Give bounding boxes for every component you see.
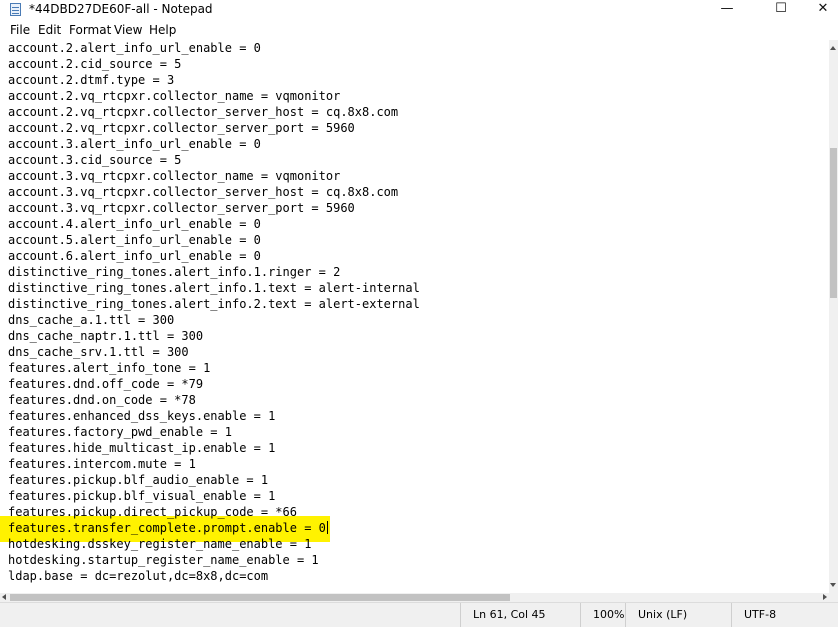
text-editor[interactable]: account.2.alert_info_url_enable = 0 acco… bbox=[0, 40, 829, 593]
text-line: account.2.alert_info_url_enable = 0 bbox=[8, 41, 261, 55]
text-line: features.alert_info_tone = 1 bbox=[8, 361, 211, 375]
vertical-scrollbar[interactable] bbox=[829, 40, 838, 593]
text-line: features.factory_pwd_enable = 1 bbox=[8, 425, 232, 439]
text-line: features.pickup.blf_visual_enable = 1 bbox=[8, 489, 276, 503]
text-line: features.pickup.direct_pickup_code = *66 bbox=[8, 505, 297, 519]
text-line: account.2.cid_source = 5 bbox=[8, 57, 182, 71]
text-line: dns_cache_a.1.ttl = 300 bbox=[8, 313, 175, 327]
text-line: features.dnd.off_code = *79 bbox=[8, 377, 204, 391]
text-caret bbox=[326, 521, 328, 534]
text-line: features.enhanced_dss_keys.enable = 1 bbox=[8, 409, 276, 423]
close-button[interactable]: ✕ bbox=[800, 0, 838, 19]
text-line: account.2.vq_rtcpxr.collector_server_por… bbox=[8, 121, 355, 135]
menu-edit[interactable]: Edit bbox=[38, 23, 61, 37]
text-line: dns_cache_naptr.1.ttl = 300 bbox=[8, 329, 204, 343]
scroll-left-icon[interactable] bbox=[2, 594, 6, 600]
window-title: *44DBD27DE60F-all - Notepad bbox=[29, 2, 213, 16]
text-line: account.5.alert_info_url_enable = 0 bbox=[8, 233, 261, 247]
notepad-icon bbox=[10, 3, 21, 16]
text-line: account.3.alert_info_url_enable = 0 bbox=[8, 137, 261, 151]
text-line: account.3.vq_rtcpxr.collector_name = vqm… bbox=[8, 169, 341, 183]
scroll-right-icon[interactable] bbox=[823, 594, 827, 600]
text-line: distinctive_ring_tones.alert_info.1.ring… bbox=[8, 265, 341, 279]
status-bar: Ln 61, Col 45 100% Unix (LF) UTF-8 bbox=[0, 602, 838, 627]
text-line: account.6.alert_info_url_enable = 0 bbox=[8, 249, 261, 263]
text-line: account.3.vq_rtcpxr.collector_server_hos… bbox=[8, 185, 399, 199]
text-line: features.dnd.on_code = *78 bbox=[8, 393, 196, 407]
text-line: account.3.vq_rtcpxr.collector_server_por… bbox=[8, 201, 355, 215]
text-line: account.2.dtmf.type = 3 bbox=[8, 73, 175, 87]
text-line: dns_cache_srv.1.ttl = 300 bbox=[8, 345, 189, 359]
menu-help[interactable]: Help bbox=[149, 23, 176, 37]
text-line: ldap.base = dc=rezolut,dc=8x8,dc=com bbox=[8, 569, 269, 583]
text-line: account.2.vq_rtcpxr.collector_name = vqm… bbox=[8, 89, 341, 103]
text-line: features.intercom.mute = 1 bbox=[8, 457, 196, 471]
text-line: hotdesking.dsskey_register_name_enable =… bbox=[8, 537, 312, 551]
text-line: distinctive_ring_tones.alert_info.2.text… bbox=[8, 297, 420, 311]
text-line: account.2.vq_rtcpxr.collector_server_hos… bbox=[8, 105, 399, 119]
active-line-text: features.transfer_complete.prompt.enable… bbox=[8, 521, 326, 535]
minimize-button[interactable]: — bbox=[704, 0, 750, 19]
maximize-button[interactable]: ☐ bbox=[758, 0, 804, 19]
text-line: features.pickup.blf_audio_enable = 1 bbox=[8, 473, 269, 487]
scrollbar-corner bbox=[829, 593, 838, 602]
text-line: features.hide_multicast_ip.enable = 1 bbox=[8, 441, 276, 455]
line-ending: Unix (LF) bbox=[625, 603, 731, 627]
text-line: account.4.alert_info_url_enable = 0 bbox=[8, 217, 261, 231]
scroll-down-icon[interactable] bbox=[830, 583, 836, 587]
text-line: hotdesking.startup_register_name_enable … bbox=[8, 553, 319, 567]
text-line: account.3.cid_source = 5 bbox=[8, 153, 182, 167]
menu-file[interactable]: File bbox=[10, 23, 30, 37]
horizontal-scrollbar[interactable] bbox=[0, 593, 829, 602]
menu-format[interactable]: Format bbox=[69, 23, 111, 37]
horizontal-scroll-thumb[interactable] bbox=[10, 594, 510, 601]
scroll-up-icon[interactable] bbox=[830, 46, 836, 50]
vertical-scroll-thumb[interactable] bbox=[830, 148, 837, 298]
text-line-active: features.transfer_complete.prompt.enable… bbox=[8, 520, 328, 536]
zoom-level: 100% bbox=[580, 603, 630, 627]
menu-view[interactable]: View bbox=[114, 23, 142, 37]
text-line: distinctive_ring_tones.alert_info.1.text… bbox=[8, 281, 420, 295]
menu-bar: File Edit Format View Help bbox=[0, 22, 838, 40]
encoding: UTF-8 bbox=[731, 603, 838, 627]
cursor-position: Ln 61, Col 45 bbox=[460, 603, 586, 627]
title-bar[interactable]: *44DBD27DE60F-all - Notepad — ☐ ✕ bbox=[0, 0, 838, 19]
